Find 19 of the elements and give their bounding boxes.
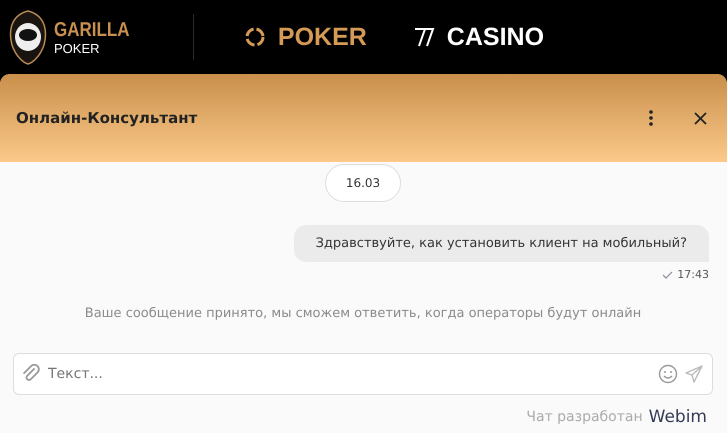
credit-text: Чат разработан bbox=[526, 409, 643, 425]
nav-link[interactable]: CASINO bbox=[410, 22, 544, 52]
message-input[interactable]: Текст... bbox=[13, 353, 713, 395]
close-icon[interactable] bbox=[694, 112, 707, 124]
brand-logo[interactable]: Webim bbox=[648, 407, 707, 427]
more-icon[interactable] bbox=[648, 110, 654, 126]
status-notice: Ваше сообщение принято, мы сможем ответить, когда операторы будут онлайн bbox=[84, 306, 642, 321]
text-input[interactable]: Текст... bbox=[46, 365, 652, 383]
nav-link[interactable]: POKER bbox=[244, 22, 367, 52]
logo-title: GARILLA bbox=[54, 20, 130, 40]
paperclip-icon[interactable] bbox=[22, 364, 40, 384]
message-bubble: Здравствуйте, как установить клиент на мобильный? bbox=[294, 225, 709, 262]
chat-title: Онлайн-Консультант bbox=[16, 109, 198, 127]
date-badge: 16.03 bbox=[324, 164, 402, 202]
send-icon[interactable] bbox=[684, 364, 704, 384]
message-time: 17:43 bbox=[677, 268, 709, 281]
logo-subtitle: POKER bbox=[54, 42, 101, 54]
smiley-icon[interactable] bbox=[658, 364, 678, 384]
ring-icon bbox=[244, 26, 266, 48]
